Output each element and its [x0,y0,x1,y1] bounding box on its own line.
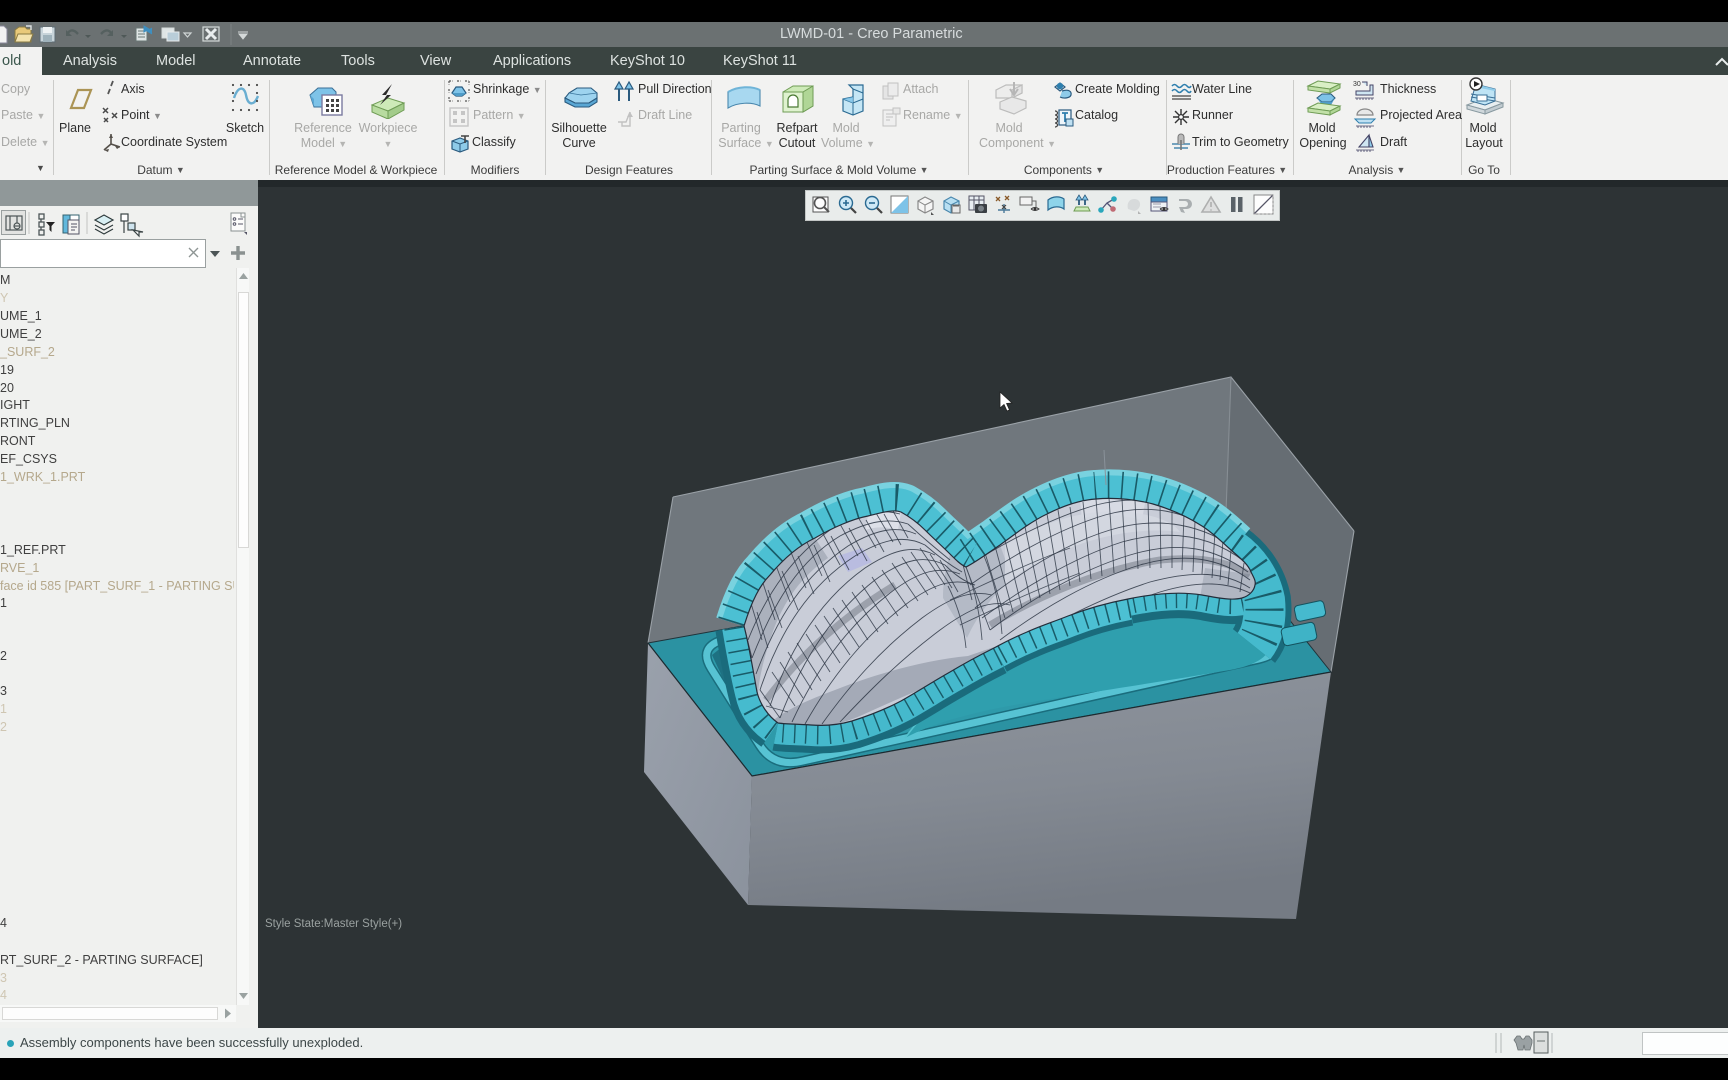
svg-text:30: 30 [1353,81,1361,88]
